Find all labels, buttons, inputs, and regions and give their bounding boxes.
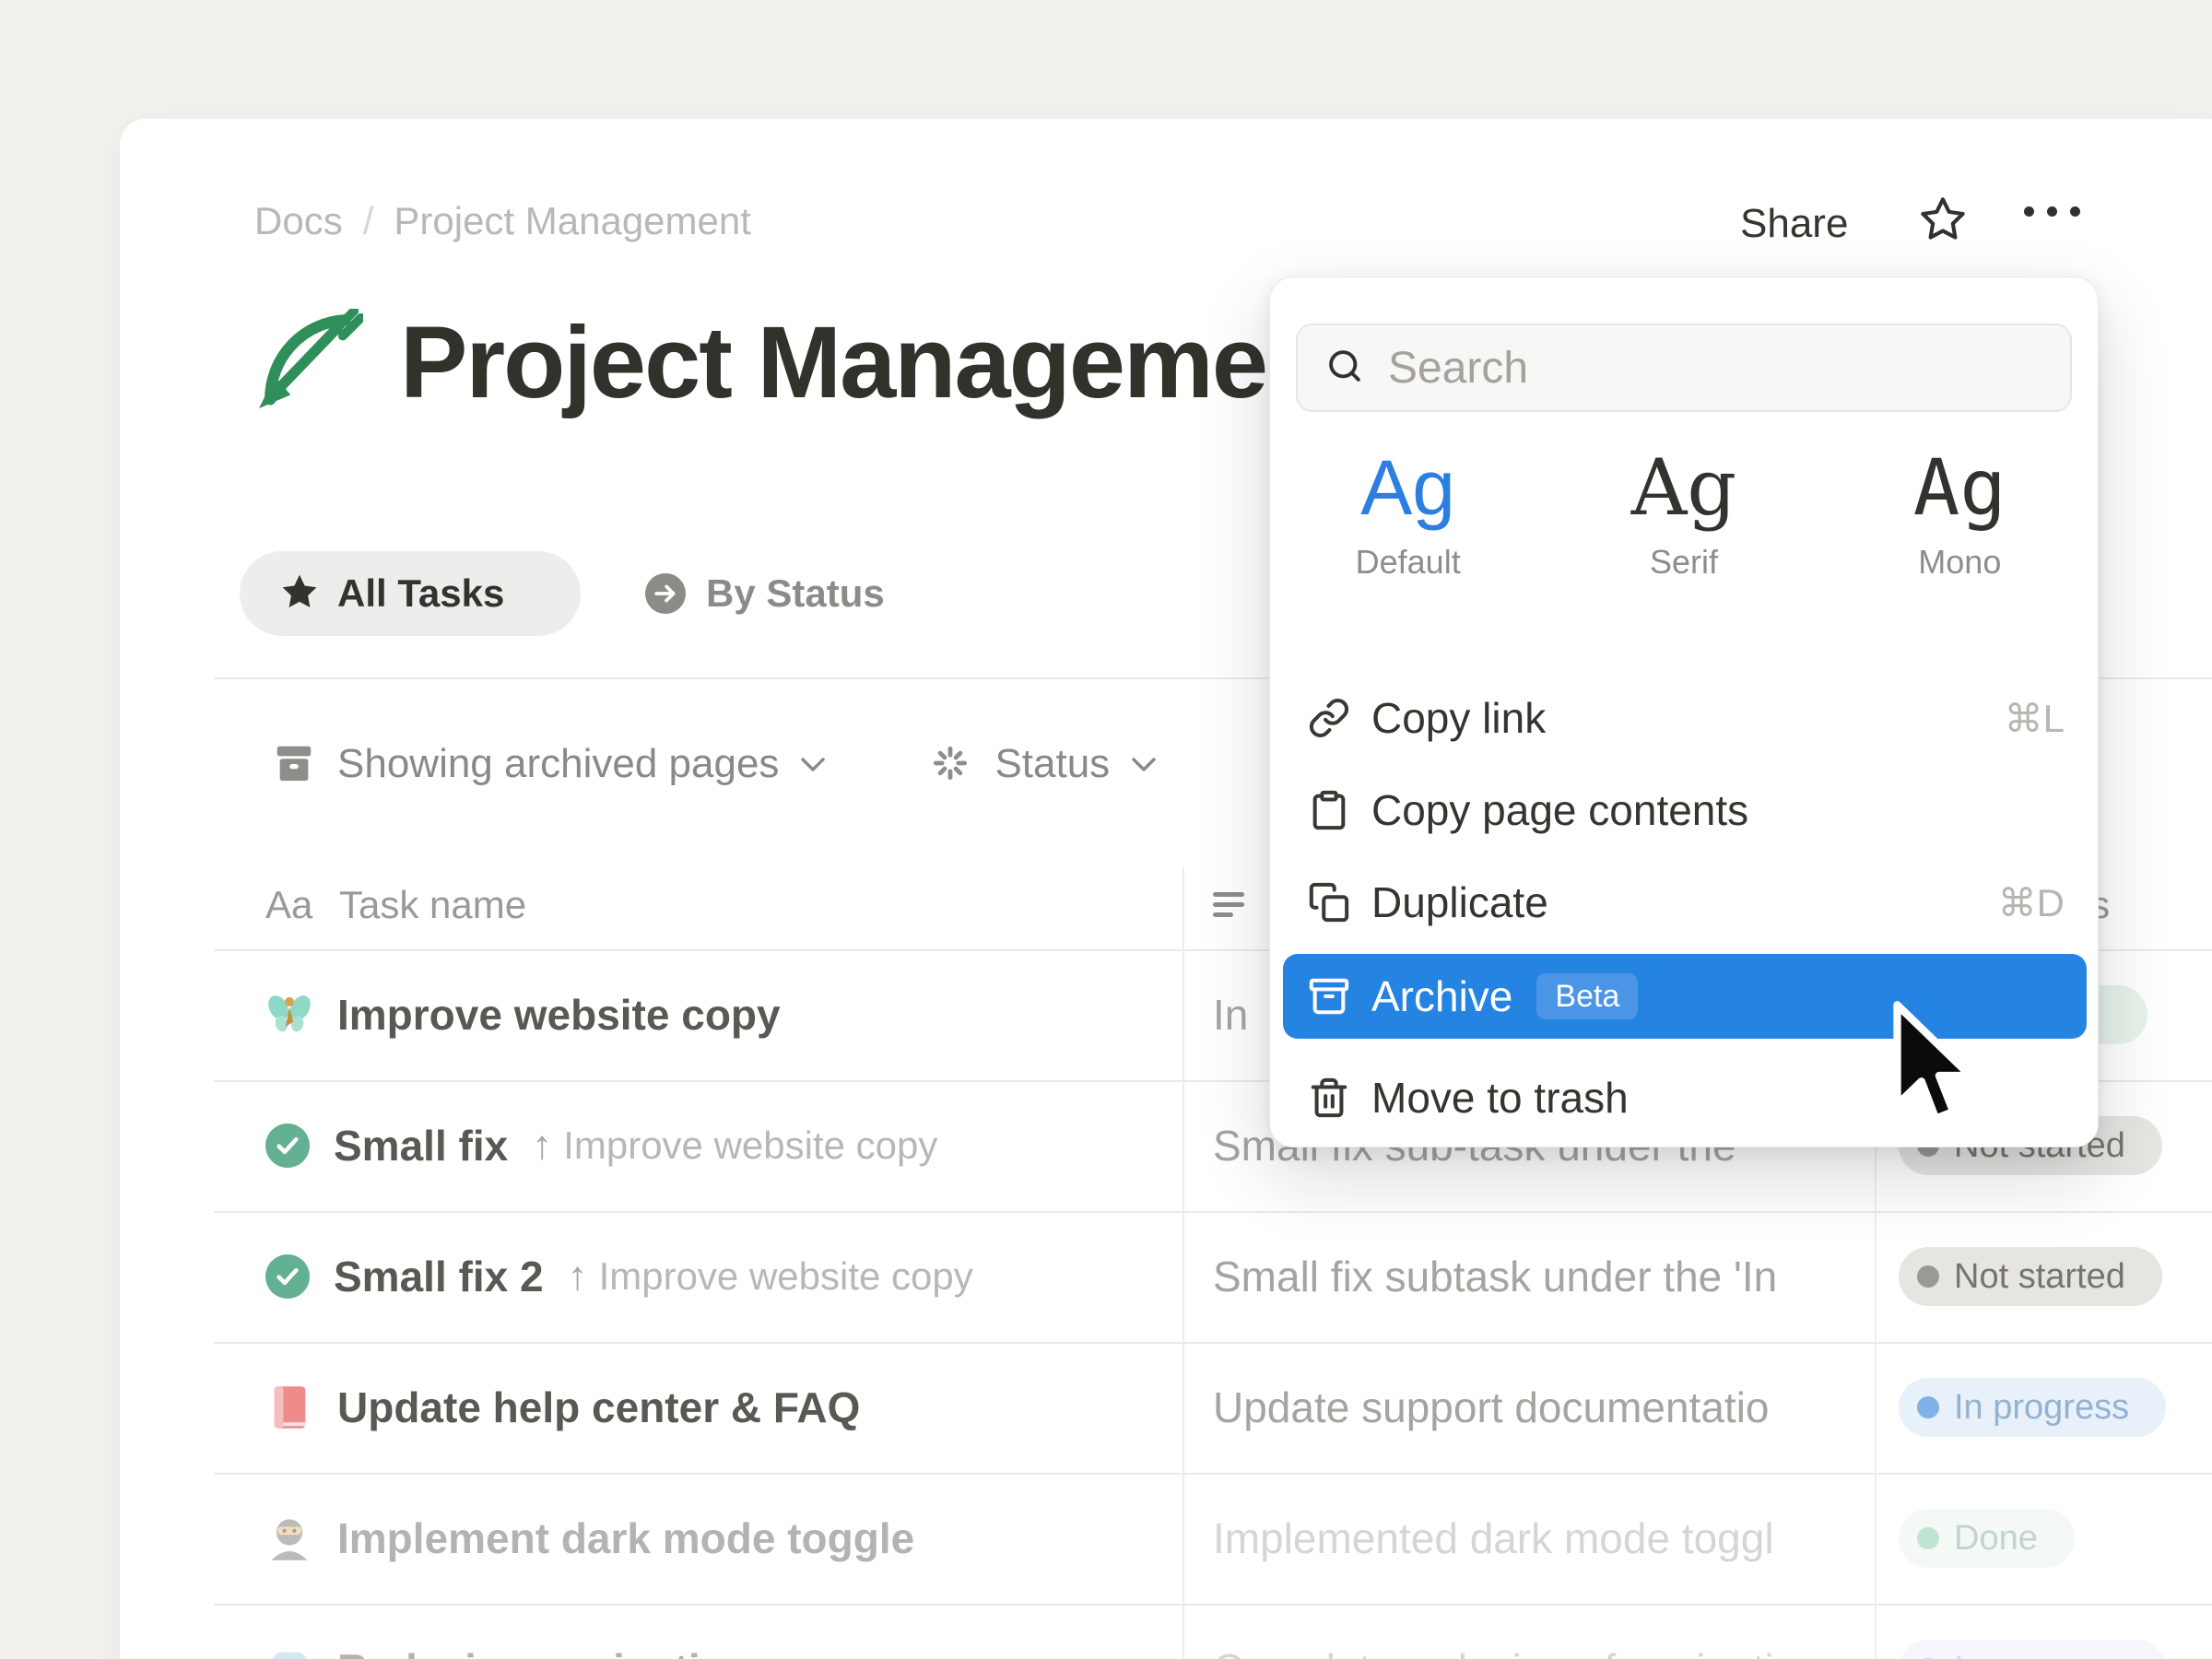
page-title-row: Project Management xyxy=(254,304,1359,421)
parent-task-reference[interactable]: ↑Improve website copy xyxy=(532,1123,937,1169)
breadcrumb-current[interactable]: Project Management xyxy=(394,199,751,243)
breadcrumb: Docs / Project Management xyxy=(254,199,751,243)
menu-item-shortcut: ⌘L xyxy=(2005,696,2065,741)
search-input[interactable] xyxy=(1386,342,2042,394)
check-mark-emoji-icon xyxy=(265,1124,310,1168)
table-row[interactable]: Implement dark mode toggle Implemented d… xyxy=(0,1473,2212,1604)
font-option-default[interactable]: Ag Default xyxy=(1270,449,1546,582)
tab-label: By Status xyxy=(706,571,885,616)
task-name: Small fix 2 xyxy=(334,1252,544,1301)
status-filter-label[interactable]: Status xyxy=(994,741,1110,787)
task-name: Update help center & FAQ xyxy=(337,1382,860,1432)
font-option-mono[interactable]: Ag Mono xyxy=(1822,449,2098,582)
page-title: Project Management xyxy=(400,304,1359,421)
font-label: Serif xyxy=(1650,543,1718,582)
chevron-down-icon xyxy=(801,758,825,777)
task-name: Redesign navigation menu xyxy=(337,1644,877,1659)
table-row[interactable]: Small fix 2 ↑Improve website copy Small … xyxy=(0,1211,2212,1342)
name-column-type-icon: Aa xyxy=(265,883,312,927)
archive-icon xyxy=(1307,975,1351,1018)
task-name: Implement dark mode toggle xyxy=(337,1513,914,1563)
link-icon xyxy=(1307,697,1351,739)
chevron-down-icon xyxy=(1132,758,1156,777)
tab-label: All Tasks xyxy=(337,571,504,616)
menu-item-label: Copy link xyxy=(1371,693,1546,743)
text-column-icon xyxy=(1213,890,1250,926)
trash-icon xyxy=(1307,1077,1351,1119)
menu-search[interactable] xyxy=(1296,324,2072,412)
tab-all-tasks[interactable]: All Tasks xyxy=(240,551,581,636)
parent-task-reference[interactable]: ↑Improve website copy xyxy=(568,1253,973,1300)
red-book-emoji-icon xyxy=(265,1383,313,1431)
font-label: Default xyxy=(1356,543,1461,582)
arrow-right-circle-icon xyxy=(645,573,686,614)
task-description: Small fix subtask under the 'In xyxy=(1213,1211,1858,1342)
tab-by-status[interactable]: By Status xyxy=(645,551,885,636)
menu-item-label: Copy page contents xyxy=(1371,785,1748,835)
task-name: Small fix xyxy=(334,1121,508,1171)
font-label: Mono xyxy=(1918,543,2001,582)
clipboard-icon xyxy=(1307,789,1351,831)
status-badge[interactable]: Done xyxy=(1899,1509,2075,1568)
task-description: Complete redesign of navigati xyxy=(1213,1604,1858,1659)
table-row[interactable]: Redesign navigation menu Complete redesi… xyxy=(0,1604,2212,1659)
menu-item-label: Duplicate xyxy=(1371,877,1548,927)
task-name: Improve website copy xyxy=(337,990,781,1040)
star-icon xyxy=(280,572,319,616)
font-style-picker: Ag Default Ag Serif Ag Mono xyxy=(1270,449,2098,582)
menu-item-label: Archive Beta xyxy=(1371,971,1638,1021)
column-header-task-name[interactable]: Task name xyxy=(339,883,526,927)
mouse-cursor xyxy=(1886,1001,1978,1136)
menu-item-copy-link[interactable]: Copy link ⌘L xyxy=(1270,672,2098,764)
blue-tile-emoji-icon xyxy=(265,1645,313,1659)
duplicate-icon xyxy=(1307,881,1351,924)
check-mark-emoji-icon xyxy=(265,1254,310,1299)
status-badge[interactable]: Not started xyxy=(1899,1247,2162,1306)
menu-item-label: Move to trash xyxy=(1371,1073,1629,1123)
fairy-emoji-icon xyxy=(265,991,313,1039)
status-badge[interactable]: In progress xyxy=(1899,1378,2166,1437)
breadcrumb-docs[interactable]: Docs xyxy=(254,199,343,243)
bow-and-arrow-icon xyxy=(254,309,363,418)
beta-badge: Beta xyxy=(1536,973,1638,1019)
table-row[interactable]: Update help center & FAQ Update support … xyxy=(0,1342,2212,1473)
font-sample: Ag xyxy=(1631,449,1736,526)
search-icon xyxy=(1325,347,1364,390)
breadcrumb-separator: / xyxy=(363,199,374,243)
menu-item-shortcut: ⌘D xyxy=(1998,880,2065,925)
font-option-serif[interactable]: Ag Serif xyxy=(1546,449,1821,582)
more-options-button[interactable] xyxy=(2024,206,2080,217)
menu-item-copy-page-contents[interactable]: Copy page contents xyxy=(1270,764,2098,856)
notion-app-window: Docs / Project Management Share Project … xyxy=(0,0,2212,1659)
font-sample: Ag xyxy=(1360,449,1455,526)
font-sample: Ag xyxy=(1913,449,2006,526)
task-description: Implemented dark mode toggl xyxy=(1213,1473,1858,1604)
share-button[interactable]: Share xyxy=(1740,201,1848,247)
archive-box-icon xyxy=(273,742,315,789)
menu-item-duplicate[interactable]: Duplicate ⌘D xyxy=(1270,856,2098,948)
task-description: Update support documentatio xyxy=(1213,1342,1858,1473)
archived-filter-label[interactable]: Showing archived pages xyxy=(337,741,779,787)
filter-bar: Showing archived pages Status xyxy=(273,737,1156,790)
favorite-star-icon[interactable] xyxy=(1919,195,1967,248)
ninja-emoji-icon xyxy=(265,1514,313,1562)
status-badge[interactable]: In progress xyxy=(1899,1640,2166,1659)
status-spinner-icon xyxy=(928,741,972,790)
